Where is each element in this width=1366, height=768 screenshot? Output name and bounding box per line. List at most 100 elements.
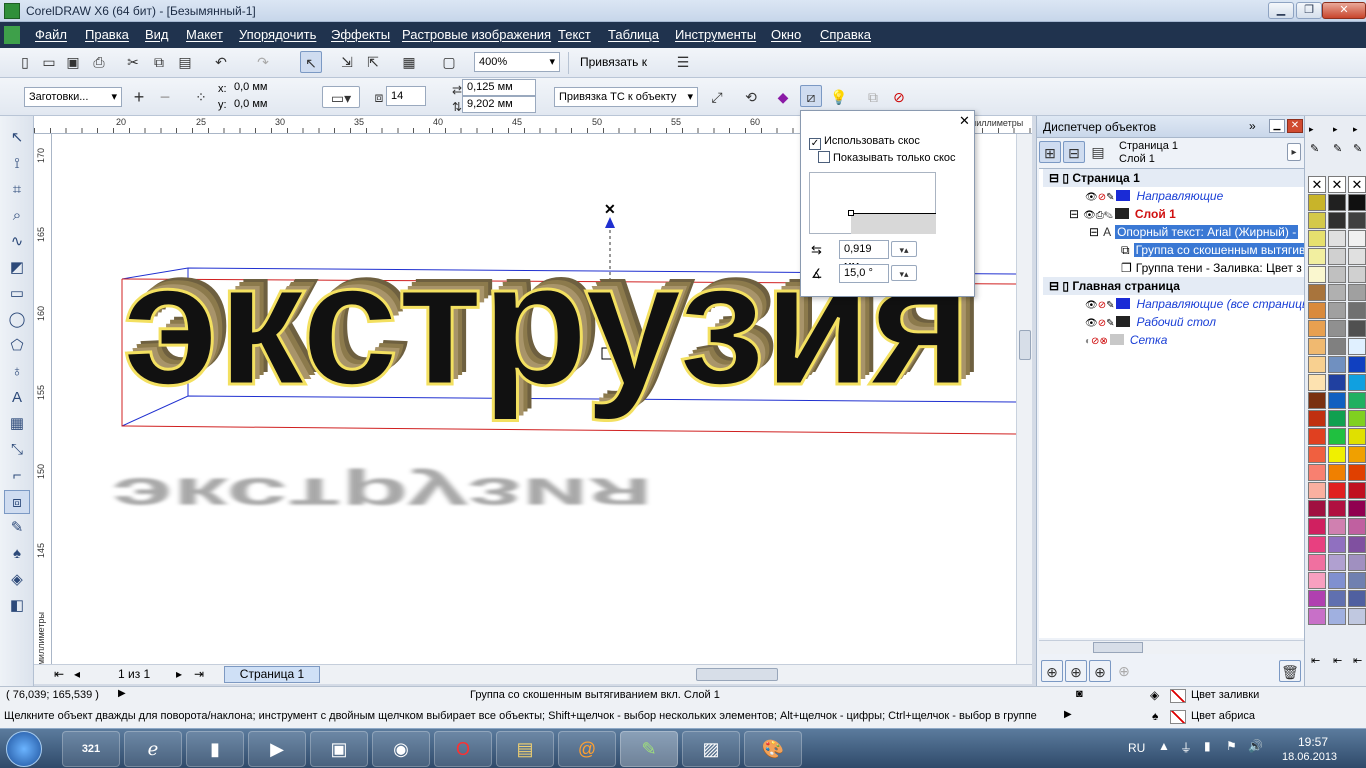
color-swatch[interactable] <box>1308 590 1326 607</box>
zoom-tool-icon[interactable]: ⌕ <box>4 204 30 228</box>
color-proof-icon[interactable]: ◙ <box>1076 688 1083 700</box>
taskbar-photo-viewer-icon[interactable]: ▨ <box>682 731 740 767</box>
vanishing-point-x-field[interactable]: 0,125 мм <box>462 79 536 96</box>
status-arrow-icon[interactable]: ▶ <box>118 688 126 699</box>
color-swatch[interactable] <box>1308 212 1326 229</box>
import-icon[interactable]: ⇲ <box>336 51 358 73</box>
menu-layout[interactable]: Макет <box>186 27 223 42</box>
application-launcher-icon[interactable]: ▦ <box>398 51 420 73</box>
collapse-icon[interactable]: ⊟ <box>1089 225 1099 239</box>
checkbox-checked-icon[interactable]: ✓ <box>809 138 821 150</box>
paste-icon[interactable]: ▤ <box>174 51 196 73</box>
vp-properties-icon[interactable]: ⤢ <box>706 86 728 108</box>
no-print-icon[interactable]: ⊘ <box>1098 192 1106 203</box>
fill-tool-icon[interactable]: ◈ <box>4 568 30 592</box>
crop-tool-icon[interactable]: ⌗ <box>4 178 30 202</box>
undo-icon[interactable]: ↶ <box>210 51 232 73</box>
new-document-icon[interactable]: ▯ <box>14 51 36 73</box>
eye-icon[interactable]: 👁 <box>1083 210 1096 221</box>
remove-preset-icon[interactable]: − <box>154 86 176 108</box>
color-swatch[interactable] <box>1308 194 1326 211</box>
print-icon[interactable]: ⎙ <box>1096 210 1104 221</box>
color-swatch[interactable] <box>1348 518 1366 535</box>
taskbar-calendar-icon[interactable]: 321 <box>62 731 120 767</box>
palette-first-icon[interactable]: ⇤ <box>1353 654 1362 667</box>
palette-scroll-up-icon[interactable]: ▸ <box>1333 124 1338 135</box>
menu-arrange[interactable]: Упорядочить <box>239 27 316 42</box>
color-swatch[interactable] <box>1348 410 1366 427</box>
menu-view[interactable]: Вид <box>145 27 169 42</box>
color-swatch[interactable] <box>1328 266 1346 283</box>
interactive-fill-tool-icon[interactable]: ◧ <box>4 594 30 618</box>
tree-desktop[interactable]: 👁⊘✎ Рабочий стол <box>1043 313 1307 331</box>
extrude-tool-icon[interactable]: ⧈ <box>4 490 30 514</box>
menu-help[interactable]: Справка <box>820 27 871 42</box>
bevel-angle-field[interactable]: 15,0 ° <box>839 264 889 283</box>
tree-page-1[interactable]: ⊟ ▯ Страница 1 <box>1043 169 1307 187</box>
cut-icon[interactable]: ✂ <box>122 51 144 73</box>
tree-shadow-group[interactable]: ❐ Группа тени - Заливка: Цвет з <box>1043 259 1307 277</box>
clock-date[interactable]: 18.06.2013 <box>1282 751 1337 763</box>
snap-to-button[interactable]: Привязать к <box>580 55 647 69</box>
dimension-tool-icon[interactable]: ⤡ <box>4 438 30 462</box>
color-swatch[interactable] <box>1348 536 1366 553</box>
color-swatch[interactable] <box>1328 590 1346 607</box>
tree-layer-1[interactable]: ⊟ 👁⎙✎ Слой 1 <box>1043 205 1307 223</box>
color-swatch[interactable] <box>1308 572 1326 589</box>
taskbar-coreldraw-icon[interactable]: ✎ <box>620 731 678 767</box>
color-swatch[interactable] <box>1308 500 1326 517</box>
tree-guides[interactable]: 👁⊘✎ Направляющие <box>1043 187 1307 205</box>
docker-minimize-icon[interactable]: ▁ <box>1269 119 1285 133</box>
extrusion-bevel-icon[interactable]: ⧄ <box>800 85 822 107</box>
bevel-angle-spinner[interactable]: ▾▴ <box>891 265 917 281</box>
color-swatch[interactable] <box>1308 410 1326 427</box>
pick-tool-icon[interactable]: ↖ <box>4 126 30 150</box>
menu-file[interactable]: Файл <box>35 27 67 42</box>
color-swatch[interactable] <box>1328 212 1346 229</box>
vertical-scrollbar[interactable] <box>1016 134 1032 664</box>
eye-icon[interactable]: 👁 <box>1085 318 1098 329</box>
color-swatch[interactable] <box>1348 500 1366 517</box>
color-swatch[interactable] <box>1348 248 1366 265</box>
eye-icon[interactable]: 👁 <box>1085 300 1098 311</box>
palette-scroll-up-icon[interactable]: ▸ <box>1309 124 1314 135</box>
eyedropper-icon[interactable]: ✎ <box>1333 142 1342 155</box>
tray-volume-icon[interactable]: 🔊 <box>1248 739 1263 753</box>
color-swatch[interactable] <box>1308 554 1326 571</box>
welcome-screen-icon[interactable]: ▢ <box>438 51 460 73</box>
extrusion-color-icon[interactable]: ◆ <box>772 86 794 108</box>
color-swatch[interactable] <box>1348 482 1366 499</box>
tree-grid[interactable]: ◐⊘⊗ Сетка <box>1043 331 1307 349</box>
docker-scroll-thumb[interactable] <box>1093 642 1143 653</box>
color-swatch[interactable] <box>1328 284 1346 301</box>
eyedropper-icon[interactable]: ✎ <box>1310 142 1319 155</box>
color-swatch[interactable] <box>1328 410 1346 427</box>
show-only-bevel-checkbox[interactable]: Показывать только скос <box>818 151 956 164</box>
taskbar-opera-icon[interactable]: O <box>434 731 492 767</box>
lock-pen-icon[interactable]: ✎ <box>1106 300 1114 311</box>
taskbar-mail-icon[interactable]: @ <box>558 731 616 767</box>
outline-pen-tool-icon[interactable]: ♠ <box>4 542 30 566</box>
object-origin-icon[interactable]: ⁘ <box>190 86 212 108</box>
eye-icon[interactable]: 👁 <box>1085 192 1098 203</box>
minimize-button[interactable]: ▁ <box>1268 2 1294 19</box>
color-swatch[interactable] <box>1348 194 1366 211</box>
last-page-icon[interactable]: ⇥ <box>194 667 204 681</box>
new-master-layer-odd-icon[interactable]: ⊕ <box>1113 660 1135 682</box>
color-swatch[interactable] <box>1308 338 1326 355</box>
taskbar-book-icon[interactable]: ▮ <box>186 731 244 767</box>
color-swatch[interactable] <box>1308 356 1326 373</box>
docker-close-icon[interactable]: ✕ <box>1287 119 1303 133</box>
color-swatch[interactable] <box>1328 374 1346 391</box>
color-swatch[interactable] <box>1348 212 1366 229</box>
color-swatch[interactable] <box>1328 482 1346 499</box>
redo-icon[interactable]: ↷ <box>252 51 274 73</box>
eyedropper-icon[interactable]: ✎ <box>1353 142 1362 155</box>
new-master-layer-all-icon[interactable]: ⊕ <box>1089 660 1111 682</box>
extrusion-type-combo[interactable]: ▭▾ <box>322 86 360 108</box>
color-swatch[interactable] <box>1308 536 1326 553</box>
tray-flag-icon[interactable]: ⚑ <box>1226 739 1237 753</box>
lock-pen-icon[interactable]: ✎ <box>1106 318 1114 329</box>
no-print-icon[interactable]: ⊘ <box>1098 318 1106 329</box>
open-icon[interactable]: ▭ <box>38 51 60 73</box>
